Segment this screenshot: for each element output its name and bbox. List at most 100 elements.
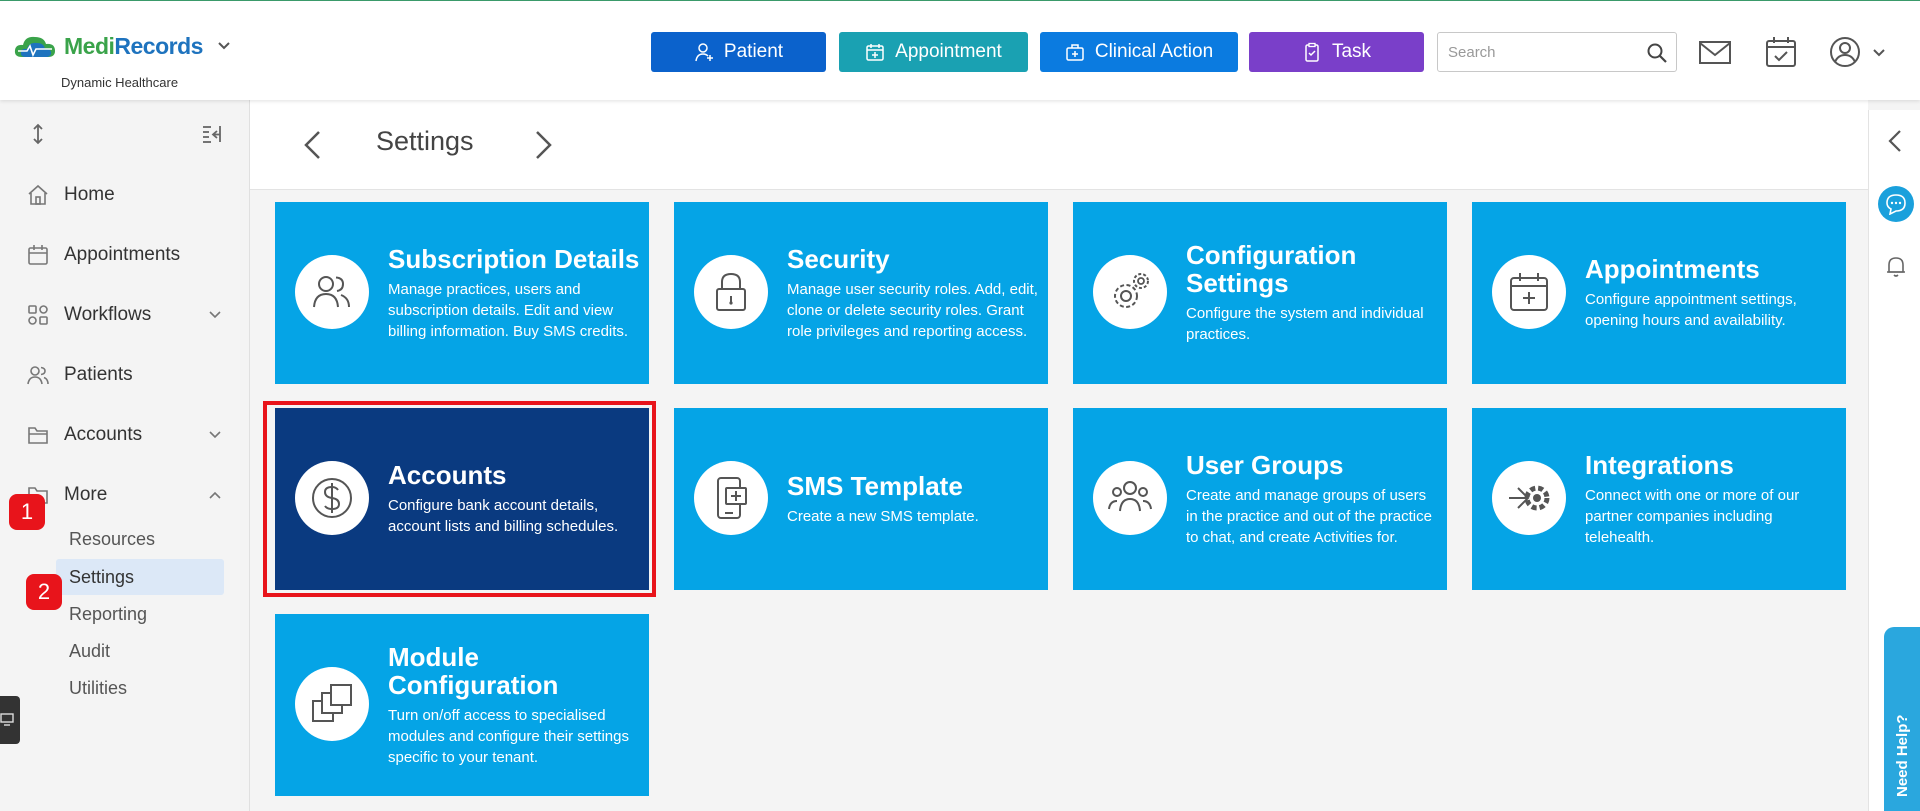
tile-icon-circle xyxy=(694,461,768,535)
tile-icon-circle xyxy=(1492,255,1566,329)
chat-icon[interactable] xyxy=(1878,186,1914,222)
tile-description: Configure the system and individual prac… xyxy=(1186,305,1424,343)
sidebar-item-label: Patients xyxy=(64,364,133,385)
tile-module-configuration[interactable]: Module Configuration Turn on/off access t… xyxy=(275,614,649,796)
clinical-action-button[interactable]: Clinical Action xyxy=(1040,32,1238,72)
tile-description: Configure bank account details, account … xyxy=(388,497,619,535)
expand-vertical-icon[interactable] xyxy=(26,122,50,146)
cloud-logo-icon xyxy=(14,36,55,58)
chevron-left-icon[interactable] xyxy=(1885,128,1905,154)
medical-bag-icon xyxy=(1066,44,1084,61)
side-panel-toggle[interactable] xyxy=(0,696,20,744)
lock-icon xyxy=(716,272,746,311)
chevron-up-icon xyxy=(209,491,221,499)
add-user-icon xyxy=(695,43,713,62)
page-header: Settings xyxy=(250,100,1868,190)
sidebar-subitem-reporting[interactable]: Reporting xyxy=(56,596,224,632)
clipboard-check-icon xyxy=(1305,42,1319,62)
tile-description: Create a new SMS template. xyxy=(787,507,979,525)
integration-gear-icon xyxy=(1509,485,1550,511)
tile-icon-circle xyxy=(1093,461,1167,535)
tile-title: Integrations xyxy=(1585,449,1734,480)
tile-title: Configuration Settings xyxy=(1186,240,1357,298)
chevron-right-icon[interactable] xyxy=(528,128,558,162)
tile-integrations[interactable]: Integrations Connect with one or more of … xyxy=(1472,408,1846,590)
sidebar-subitem-utilities[interactable]: Utilities xyxy=(56,670,224,706)
search-icon[interactable] xyxy=(1646,42,1668,64)
gears-icon xyxy=(1114,273,1149,308)
tile-icon-circle xyxy=(295,461,369,535)
calendar-icon xyxy=(28,245,48,265)
tile-sms-template[interactable]: SMS Template Create a new SMS template. xyxy=(674,408,1048,590)
sidebar-item-appointments[interactable]: Appointments xyxy=(0,233,250,277)
page-title: Settings xyxy=(376,126,474,156)
appointment-button-label: Appointment xyxy=(895,41,1002,62)
tile-accounts[interactable]: Accounts Configure bank account details, … xyxy=(275,408,649,590)
clinical-action-button-label: Clinical Action xyxy=(1094,41,1214,62)
step-badge: 2 xyxy=(26,574,62,610)
chevron-down-icon[interactable] xyxy=(1872,46,1886,60)
sidebar-subitem-settings[interactable]: Settings xyxy=(56,559,224,595)
monitor-icon xyxy=(0,713,14,726)
app-header: MediRecords Dynamic Healthcare Patient A… xyxy=(0,0,1920,100)
search-input[interactable] xyxy=(1438,33,1638,71)
sidebar-item-label: Home xyxy=(64,184,115,205)
add-patient-button[interactable]: Patient xyxy=(651,32,826,72)
tile-configuration-settings[interactable]: Configuration Settings Configure the syst… xyxy=(1073,202,1447,384)
sidebar-item-patients[interactable]: Patients xyxy=(0,353,250,397)
users-icon xyxy=(313,276,350,308)
user-group-icon xyxy=(1108,481,1152,512)
bell-icon[interactable] xyxy=(1885,254,1907,278)
sidebar-item-label: Appointments xyxy=(64,244,181,265)
tile-icon-circle xyxy=(295,667,369,741)
brand-subtitle: Dynamic Healthcare xyxy=(61,75,179,90)
tile-security[interactable]: Security Manage user security roles. Add,… xyxy=(674,202,1048,384)
tile-title: Accounts xyxy=(388,460,507,490)
add-appointment-button[interactable]: Appointment xyxy=(839,32,1028,72)
brand-logo[interactable]: MediRecords xyxy=(12,31,231,61)
users-icon xyxy=(27,366,49,385)
sidebar-item-home[interactable]: Home xyxy=(0,173,250,217)
add-task-button[interactable]: Task xyxy=(1249,32,1424,72)
tile-title: Security xyxy=(787,243,890,274)
tile-icon-circle xyxy=(295,255,369,329)
home-icon xyxy=(28,184,48,205)
step-badge: 1 xyxy=(9,494,45,530)
tile-description: Turn on/off access to specialised module… xyxy=(388,706,629,766)
sidebar-item-workflows[interactable]: Workflows xyxy=(0,293,250,337)
mail-icon[interactable] xyxy=(1698,35,1732,69)
brand-name: MediRecords xyxy=(64,32,203,59)
tile-appointments[interactable]: Appointments Configure appointment settin… xyxy=(1472,202,1846,384)
calendar-plus-icon xyxy=(1510,273,1548,311)
sidebar-item-accounts[interactable]: Accounts xyxy=(0,413,250,457)
task-button-label: Task xyxy=(1331,41,1372,62)
tile-description: Connect with one or more of our partner … xyxy=(1585,486,1800,546)
sidebar-subitem-resources[interactable]: Resources xyxy=(56,521,224,557)
tile-description: Configure appointment settings, opening … xyxy=(1585,291,1797,329)
need-help-label: Need Help? xyxy=(1894,714,1911,797)
workflow-icon xyxy=(28,305,48,325)
tile-title: Module Configuration xyxy=(388,641,559,700)
tile-title: Subscription Details xyxy=(388,243,640,274)
tile-user-groups[interactable]: User Groups Create and manage groups of u… xyxy=(1073,408,1447,590)
sidebar-item-label: Workflows xyxy=(64,304,152,325)
sidebar-subitem-audit[interactable]: Audit xyxy=(56,633,224,669)
tile-icon-circle xyxy=(1093,255,1167,329)
chevron-down-icon xyxy=(209,431,221,439)
tile-subscription-details[interactable]: Subscription Details Manage practices, us… xyxy=(275,202,649,384)
chevron-down-icon xyxy=(209,311,221,319)
need-help-tab[interactable]: Need Help? xyxy=(1884,627,1920,811)
chevron-left-icon[interactable] xyxy=(298,128,328,162)
chat-bubble-icon xyxy=(1886,194,1906,215)
calendar-check-icon[interactable] xyxy=(1764,35,1798,69)
sidebar-item-label: More xyxy=(64,484,108,505)
collapse-sidebar-icon[interactable] xyxy=(200,122,224,146)
calendar-plus-icon xyxy=(866,44,884,61)
user-avatar-icon[interactable] xyxy=(1828,35,1862,69)
search-box xyxy=(1437,32,1677,72)
chevron-down-icon[interactable] xyxy=(217,39,231,53)
folder-icon xyxy=(28,427,48,444)
sidebar-item-label: Accounts xyxy=(64,424,143,445)
tile-description: Create and manage groups of users in the… xyxy=(1186,486,1432,546)
tile-icon-circle xyxy=(694,255,768,329)
